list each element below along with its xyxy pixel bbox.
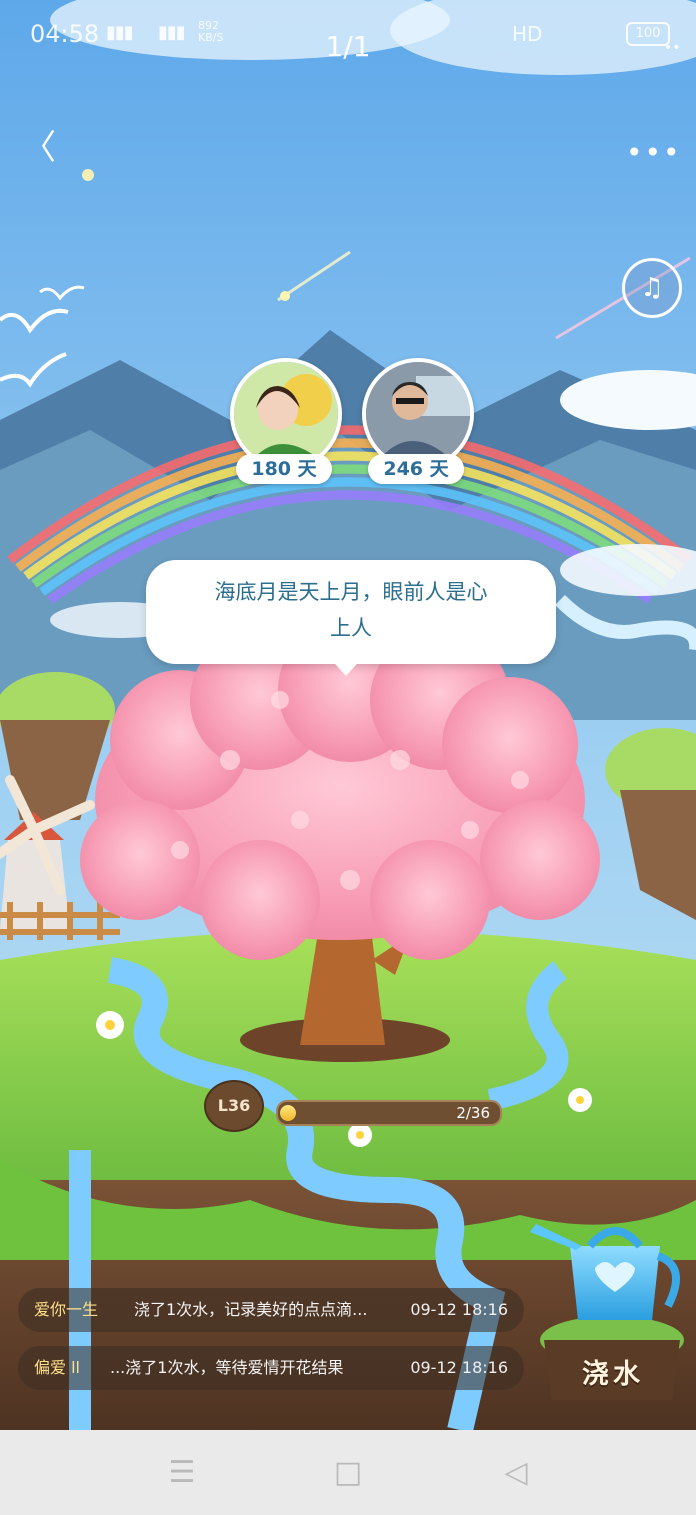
days-badge: 246 天 bbox=[368, 454, 464, 484]
avatar-image bbox=[234, 362, 338, 466]
message-bubble[interactable]: 海底月是天上月，眼前人是心 上人 bbox=[146, 560, 556, 676]
log-user: 偏爱 ll bbox=[34, 1358, 80, 1377]
signal-icon: ▮▮▮ bbox=[158, 22, 186, 43]
log-time: 09-12 18:16 bbox=[410, 1358, 508, 1377]
more-icon: ••• bbox=[626, 136, 682, 169]
nav-back-button[interactable]: ◁ bbox=[486, 1448, 546, 1498]
menu-icon: ☰ bbox=[168, 1455, 196, 1490]
network-speed: 892 KB/S bbox=[198, 19, 224, 44]
status-time: 04:58 bbox=[30, 20, 100, 48]
back-icon: 〈 bbox=[22, 128, 56, 168]
partner-left[interactable]: 180 天 bbox=[230, 358, 342, 488]
avatar-image bbox=[366, 362, 470, 466]
back-nav-icon: ◁ bbox=[504, 1455, 528, 1490]
more-button[interactable]: ••• bbox=[626, 136, 682, 169]
tree-level-badge: L36 bbox=[204, 1080, 264, 1132]
days-badge: 180 天 bbox=[236, 454, 332, 484]
menu-button[interactable]: ☰ bbox=[152, 1448, 212, 1498]
water-button[interactable]: 浇水 bbox=[540, 1318, 684, 1402]
partner-right[interactable]: 246 天 bbox=[362, 358, 474, 488]
water-label: 浇水 bbox=[582, 1359, 644, 1390]
page-counter: 1/1 bbox=[325, 30, 371, 63]
home-icon: □ bbox=[333, 1455, 363, 1490]
signal-icon: ▮▮▮ bbox=[106, 22, 134, 43]
music-button[interactable]: ♫ bbox=[622, 258, 682, 318]
home-button[interactable]: □ bbox=[318, 1448, 378, 1498]
growth-progress-bar: 2/36 bbox=[276, 1100, 502, 1126]
activity-log-item[interactable]: 偏爱 ll ...浇了1次水，等待爱情开花结果 09-12 18:16 bbox=[18, 1346, 524, 1390]
log-action: 浇了1次水，记录美好的点点滴... bbox=[134, 1300, 368, 1319]
music-icon: ♫ bbox=[640, 273, 664, 303]
message-text: 海底月是天上月，眼前人是心 上人 bbox=[214, 580, 488, 640]
progress-text: 2/36 bbox=[456, 1104, 490, 1122]
status-dots: •• bbox=[664, 40, 681, 56]
back-button[interactable]: 〈 bbox=[22, 128, 62, 168]
progress-fill bbox=[280, 1105, 296, 1121]
watering-can-icon[interactable] bbox=[520, 1216, 690, 1326]
log-time: 09-12 18:16 bbox=[410, 1300, 508, 1319]
hd-indicator: HD bbox=[512, 22, 543, 46]
system-nav-bar: ☰ □ ◁ bbox=[0, 1430, 696, 1515]
activity-log-item[interactable]: 爱你一生 浇了1次水，记录美好的点点滴... 09-12 18:16 bbox=[18, 1288, 524, 1332]
bubble-tail bbox=[328, 656, 364, 676]
log-action: ...浇了1次水，等待爱情开花结果 bbox=[110, 1358, 344, 1377]
log-user: 爱你一生 bbox=[34, 1300, 99, 1319]
